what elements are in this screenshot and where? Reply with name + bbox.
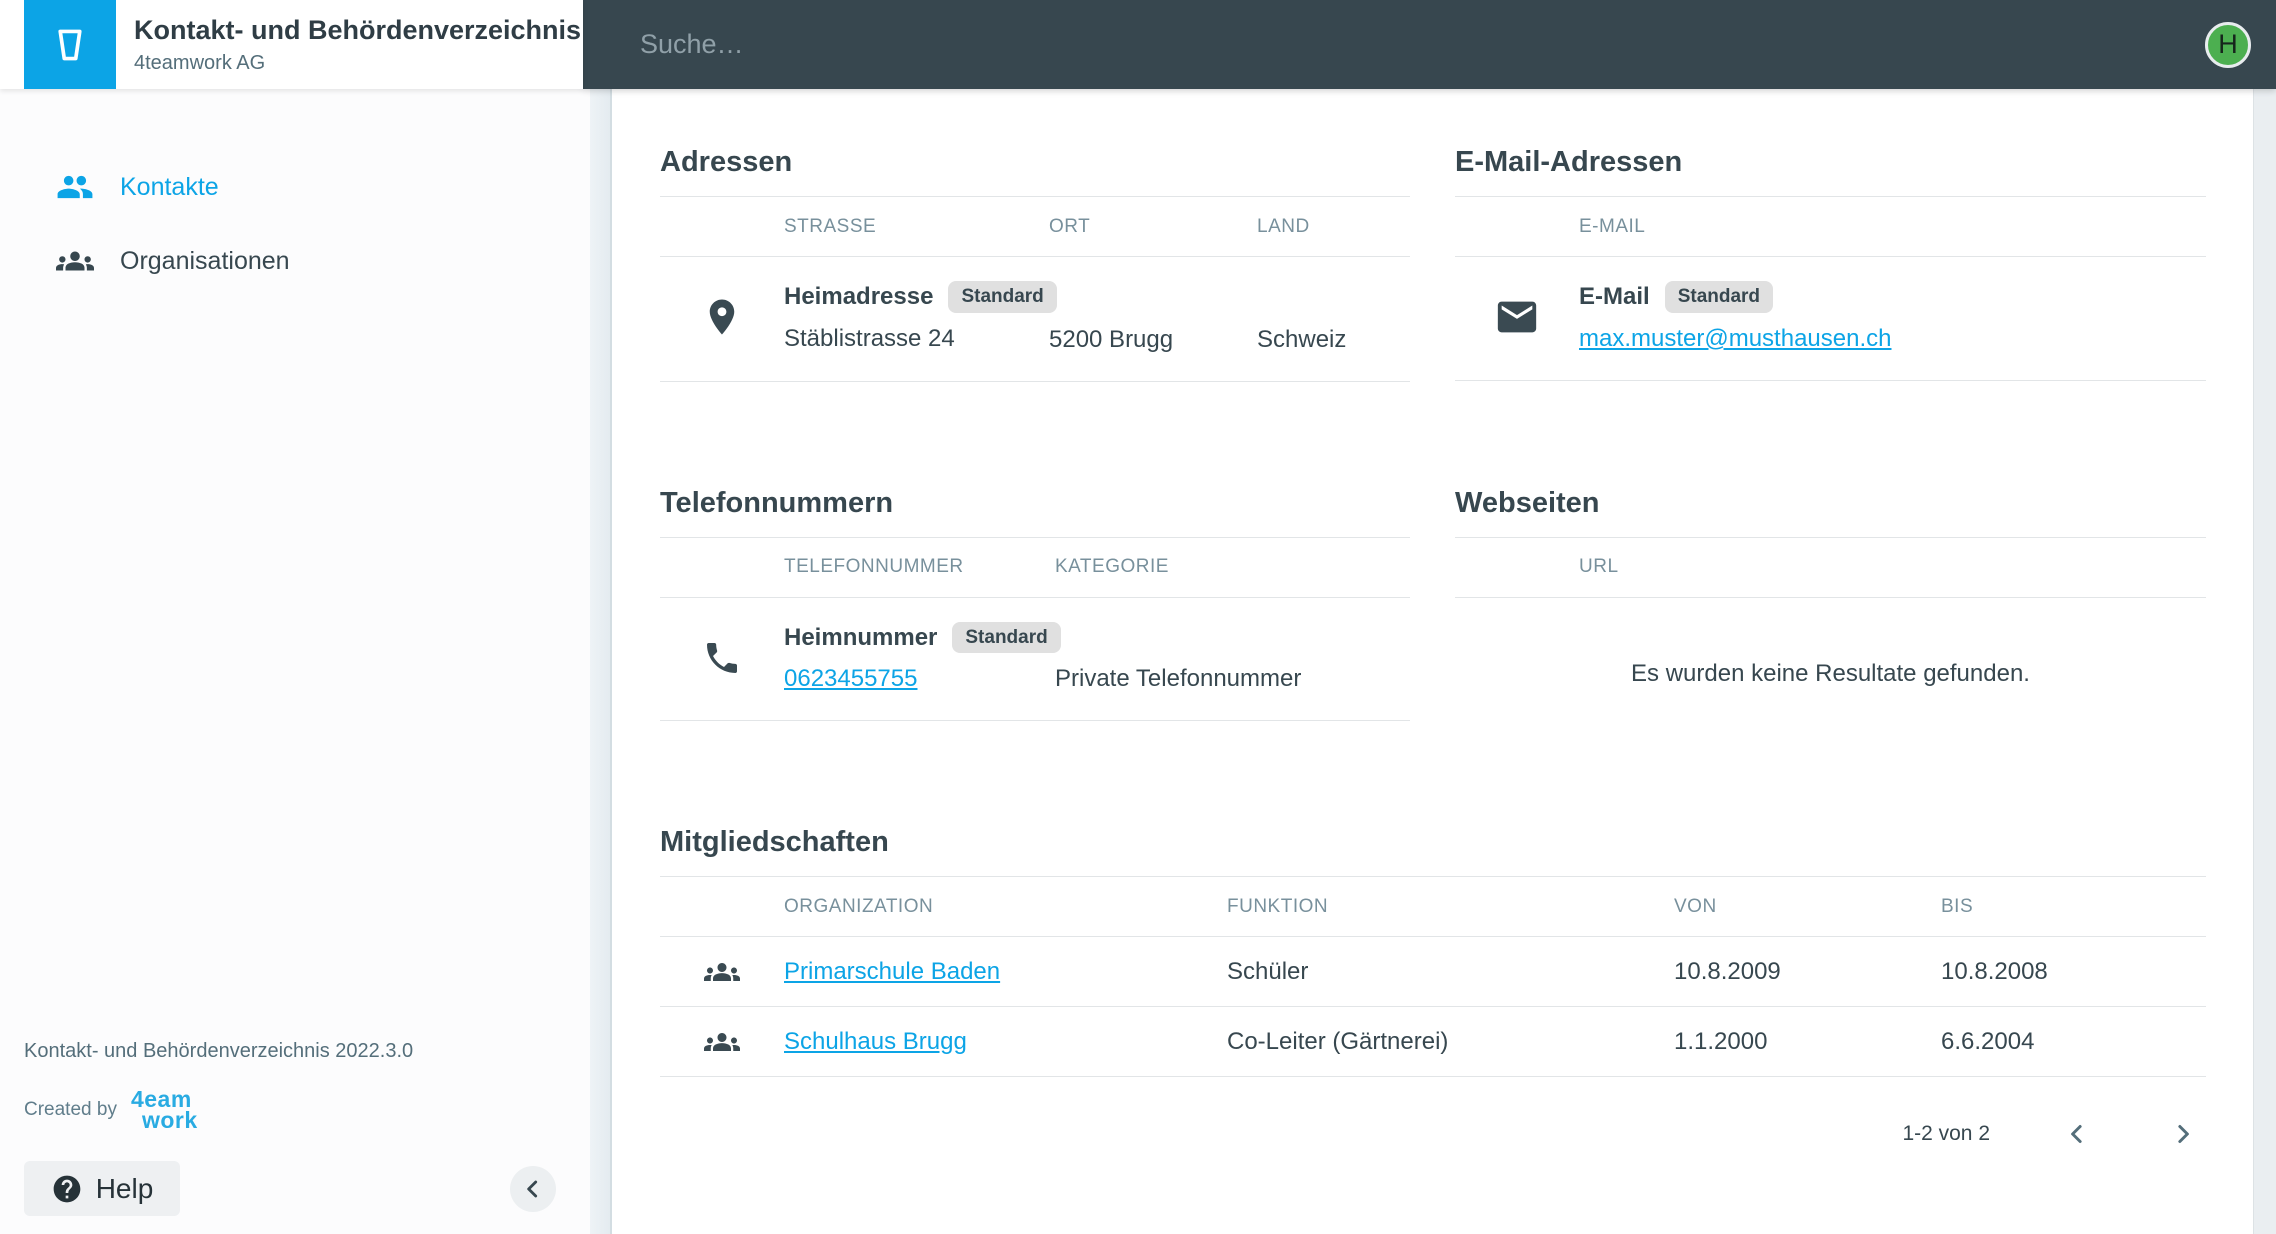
app-brand[interactable]: Kontakt- und Behördenverzeichnis 4teamwo… [0,0,583,89]
membership-von: 1.1.2000 [1674,1028,1941,1056]
phone-icon [660,638,784,678]
section-mitgliedschaften: Mitgliedschaften ORGANIZATION FUNKTION V… [660,826,2206,1157]
top-bar: H [583,0,2276,89]
organization-link[interactable]: Primarschule Baden [784,958,1000,985]
membership-von: 10.8.2009 [1674,958,1941,986]
pagination: 1-2 von 2 [660,1111,2206,1157]
table-header-row: ORGANIZATION FUNKTION VON BIS [660,876,2206,937]
membership-row: Schulhaus Brugg Co-Leiter (Gärtnerei) 1.… [660,1007,2206,1077]
organization-link[interactable]: Schulhaus Brugg [784,1028,967,1055]
app-title: Kontakt- und Behördenverzeichnis [134,14,581,48]
table-header-row: STRASSE ORT LAND [660,196,1410,257]
chevron-right-icon [2168,1119,2198,1149]
membership-row: Primarschule Baden Schüler 10.8.2009 10.… [660,937,2206,1007]
column-header: URL [1579,556,2206,578]
table-header-row: URL [1455,537,2206,598]
bucket-logo-icon [44,19,96,71]
membership-bis: 6.6.2004 [1941,1028,2206,1056]
main-content: Adressen STRASSE ORT LAND Heima [612,89,2253,1234]
groups-icon [660,1024,784,1060]
chevron-left-icon [520,1176,546,1202]
table-header-row: TELEFONNUMMER KATEGORIE [660,537,1410,598]
no-results-message: Es wurden keine Resultate gefunden. [1455,598,2206,688]
membership-funktion: Schüler [1227,958,1674,986]
fourteamwork-logo: 4eam work [131,1089,198,1131]
section-emails: E-Mail-Adressen E-MAIL E-Mail Standar [1455,146,2206,382]
groups-icon [660,954,784,990]
vertical-scrollbar[interactable] [2253,89,2276,1234]
column-header: ORGANIZATION [784,896,1227,918]
section-webseiten: Webseiten URL Es wurden keine Resultate … [1455,487,2206,722]
search-input[interactable] [583,29,2205,60]
section-title: Mitgliedschaften [660,826,2206,859]
app-logo [24,0,116,89]
phone-category: Private Telefonnummer [1055,665,1410,693]
collapse-sidebar-button[interactable] [510,1166,556,1212]
sidebar: Kontakte Organisationen Kontakt- und Beh… [0,89,590,1234]
email-link[interactable]: max.muster@musthausen.ch [1579,325,1891,352]
section-telefon: Telefonnummern TELEFONNUMMER KATEGORIE H… [660,487,1410,722]
user-avatar[interactable]: H [2205,22,2251,68]
standard-badge: Standard [952,622,1060,654]
phone-link[interactable]: 0623455755 [784,665,917,692]
sidebar-resize-gutter[interactable] [590,89,612,1234]
app-window: Kontakt- und Behördenverzeichnis 4teamwo… [0,0,2276,1234]
pagination-next-button[interactable] [2160,1111,2206,1157]
section-title: Telefonnummern [660,487,1410,520]
avatar-letter: H [2218,29,2238,60]
section-title: Webseiten [1455,487,2206,520]
sidebar-item-kontakte[interactable]: Kontakte [0,159,590,215]
email-icon [1455,294,1579,340]
section-title: E-Mail-Adressen [1455,146,2206,179]
pagination-prev-button[interactable] [2054,1111,2100,1157]
groups-icon [56,242,94,280]
address-street: Stäblistrasse 24 [784,325,1049,354]
column-header: ORT [1049,216,1257,238]
created-by-label: Created by [24,1099,117,1121]
app-subtitle: 4teamwork AG [134,52,581,75]
column-header: TELEFONNUMMER [784,556,1055,578]
section-adressen: Adressen STRASSE ORT LAND Heima [660,146,1410,382]
sidebar-item-label: Kontakte [120,173,219,202]
table-row: E-Mail Standard max.muster@musthausen.ch [1455,257,2206,381]
table-header-row: E-MAIL [1455,196,2206,257]
standard-badge: Standard [948,281,1056,313]
table-row: Heimnummer Standard 0623455755 Private T… [660,598,1410,722]
help-label: Help [96,1173,154,1205]
column-header: KATEGORIE [1055,556,1410,578]
chevron-left-icon [2062,1119,2092,1149]
column-header: E-MAIL [1579,216,2206,238]
column-header: LAND [1257,216,1410,238]
address-country: Schweiz [1257,326,1410,354]
column-header: FUNKTION [1227,896,1674,918]
phone-label: Heimnummer [784,624,937,652]
column-header: VON [1674,896,1941,918]
section-title: Adressen [660,146,1410,179]
sidebar-item-organisationen[interactable]: Organisationen [0,233,590,289]
place-icon [660,296,784,338]
address-city: 5200 Brugg [1049,326,1257,354]
help-icon [51,1173,83,1205]
membership-bis: 10.8.2008 [1941,958,2206,986]
help-button[interactable]: Help [24,1161,180,1216]
column-header: BIS [1941,896,2206,918]
email-label: E-Mail [1579,283,1650,311]
membership-funktion: Co-Leiter (Gärtnerei) [1227,1028,1674,1056]
table-row: Heimadresse Standard Stäblistrasse 24 52… [660,257,1410,382]
app-version: Kontakt- und Behördenverzeichnis 2022.3.… [24,1040,568,1063]
address-label: Heimadresse [784,283,933,311]
column-header: STRASSE [784,216,1049,238]
pagination-label: 1-2 von 2 [1902,1122,1990,1146]
sidebar-item-label: Organisationen [120,247,290,276]
people-icon [56,168,94,206]
standard-badge: Standard [1665,281,1773,313]
